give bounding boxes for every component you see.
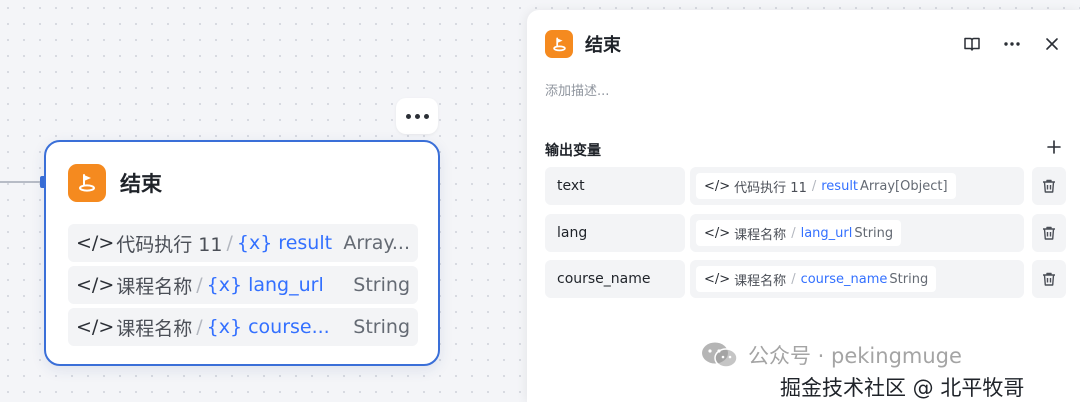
code-icon: </> bbox=[704, 178, 731, 194]
code-icon: </> bbox=[704, 271, 731, 287]
node-more-button[interactable] bbox=[396, 98, 438, 134]
section-title: 输出变量 bbox=[545, 143, 601, 159]
code-icon: </> bbox=[76, 274, 115, 296]
more-icon[interactable] bbox=[1002, 34, 1022, 54]
separator: / bbox=[196, 274, 203, 296]
wechat-icon bbox=[702, 342, 738, 368]
node-output-list: </> 代码执行 11 / {x} result Array... </> 课程… bbox=[68, 224, 418, 350]
variable-type: String bbox=[353, 274, 410, 296]
variable-reference-chip: </> 代码执行 11 / result Array[Object] bbox=[696, 173, 956, 199]
code-icon: </> bbox=[704, 225, 731, 241]
source-name: 代码执行 11 bbox=[116, 233, 223, 256]
watermark: 公众号 · pekingmuge 掘金技术社区 @ 北平牧哥 bbox=[700, 340, 1024, 402]
trash-icon bbox=[1043, 272, 1055, 286]
delete-output-button[interactable] bbox=[1032, 260, 1066, 298]
source-name: 课程名称 bbox=[734, 273, 787, 289]
separator: / bbox=[791, 225, 796, 241]
variable-name: course_name bbox=[800, 271, 888, 287]
separator: / bbox=[791, 271, 796, 287]
node-header: 结束 bbox=[68, 164, 162, 202]
delete-output-button[interactable] bbox=[1032, 214, 1066, 252]
source-name: 课程名称 bbox=[734, 227, 787, 243]
description-field[interactable]: 添加描述... bbox=[545, 80, 609, 99]
variable-type: String bbox=[854, 225, 894, 241]
output-variable-row: text </> 代码执行 11 / result Array[Object] bbox=[545, 167, 1066, 205]
variable-name: lang_url bbox=[248, 274, 324, 296]
code-icon: </> bbox=[76, 232, 115, 254]
variable-prefix: {x} bbox=[236, 232, 273, 254]
node-title: 结束 bbox=[120, 172, 162, 196]
node-output-row: </> 代码执行 11 / {x} result Array... bbox=[68, 224, 418, 262]
variable-reference-chip: </> 课程名称 / lang_url String bbox=[696, 220, 902, 246]
plus-icon[interactable] bbox=[1044, 137, 1064, 157]
variable-name: course... bbox=[248, 316, 330, 338]
end-flag-icon bbox=[545, 30, 573, 58]
source-name: 课程名称 bbox=[116, 317, 193, 340]
variable-type: String bbox=[889, 271, 929, 287]
variable-type: String bbox=[353, 316, 410, 338]
watermark-line2: 掘金技术社区 @ 北平牧哥 bbox=[780, 376, 1025, 400]
separator: / bbox=[226, 232, 233, 254]
variable-prefix: {x} bbox=[206, 274, 243, 296]
output-value-selector[interactable]: </> 课程名称 / lang_url String bbox=[690, 214, 1024, 252]
output-name-input[interactable]: lang bbox=[545, 214, 685, 252]
separator: / bbox=[196, 316, 203, 338]
book-icon[interactable] bbox=[962, 34, 982, 54]
close-icon[interactable] bbox=[1042, 34, 1062, 54]
panel-title: 结束 bbox=[585, 35, 621, 56]
connection-edge bbox=[0, 181, 44, 183]
node-output-row: </> 课程名称 / {x} lang_url String bbox=[68, 266, 418, 304]
variable-name: result bbox=[278, 232, 333, 254]
output-name-input[interactable]: course_name bbox=[545, 260, 685, 298]
variable-name: result bbox=[821, 178, 859, 194]
output-value-selector[interactable]: </> 代码执行 11 / result Array[Object] bbox=[690, 167, 1024, 205]
variable-type: Array... bbox=[343, 232, 410, 254]
delete-output-button[interactable] bbox=[1032, 167, 1066, 205]
trash-icon bbox=[1043, 226, 1055, 240]
watermark-line1: 公众号 · pekingmuge bbox=[700, 340, 1024, 370]
separator: / bbox=[811, 178, 817, 194]
variable-name: lang_url bbox=[800, 225, 853, 241]
output-variable-row: course_name </> 课程名称 / course_name Strin… bbox=[545, 260, 1066, 298]
output-value-selector[interactable]: </> 课程名称 / course_name String bbox=[690, 260, 1024, 298]
variable-reference-chip: </> 课程名称 / course_name String bbox=[696, 266, 937, 292]
node-output-row: </> 课程名称 / {x} course... String bbox=[68, 308, 418, 346]
variable-type: Array[Object] bbox=[860, 178, 948, 194]
variable-prefix: {x} bbox=[206, 316, 243, 338]
trash-icon bbox=[1043, 179, 1055, 193]
output-name-input[interactable]: text bbox=[545, 167, 685, 205]
watermark-text: 公众号 · pekingmuge bbox=[748, 344, 962, 368]
code-icon: </> bbox=[76, 316, 115, 338]
end-node-card[interactable]: 结束 </> 代码执行 11 / {x} result Array... </>… bbox=[44, 140, 440, 366]
end-flag-icon bbox=[68, 164, 106, 202]
output-variable-row: lang </> 课程名称 / lang_url String bbox=[545, 214, 1066, 252]
panel-toolbar bbox=[962, 34, 1062, 54]
panel-header: 结束 bbox=[545, 30, 621, 58]
more-icon bbox=[405, 113, 429, 119]
source-name: 课程名称 bbox=[116, 275, 193, 298]
source-name: 代码执行 11 bbox=[734, 180, 807, 196]
